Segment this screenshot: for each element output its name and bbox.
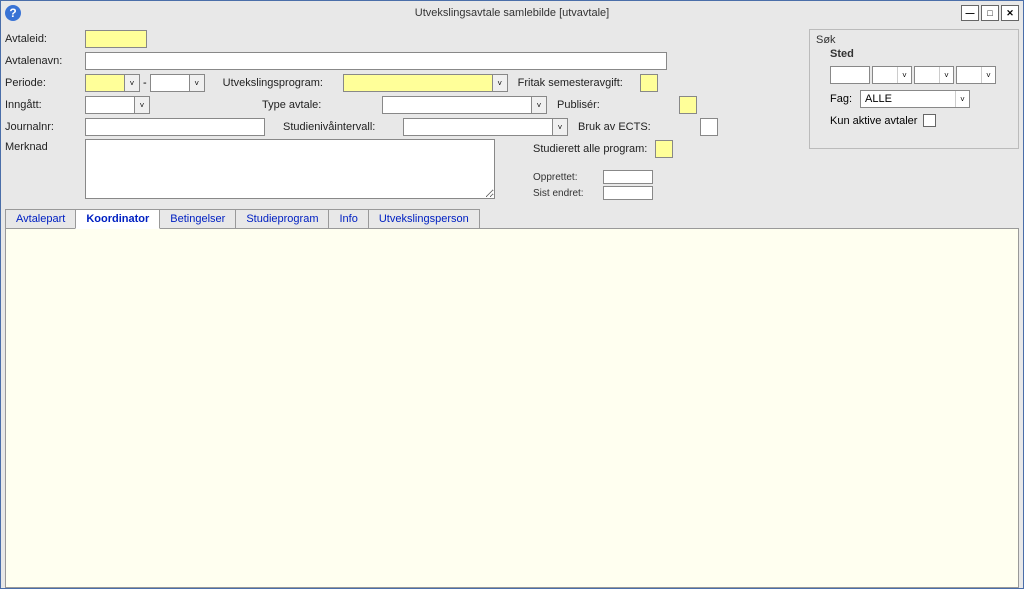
sted-dd-1[interactable] bbox=[830, 66, 870, 84]
inngatt-input[interactable] bbox=[85, 96, 135, 114]
tabs: Avtalepart Koordinator Betingelser Studi… bbox=[5, 209, 1023, 229]
studierett-label: Studierett alle program: bbox=[533, 143, 655, 155]
sted-dd-4[interactable]: ˅ bbox=[956, 66, 996, 84]
studienivaintervall-label: Studienivåintervall: bbox=[283, 121, 403, 133]
main-form: Avtaleid: Avtalenavn: Periode: ˅ - ˅ Utv… bbox=[5, 29, 801, 201]
opprettet-label: Opprettet: bbox=[533, 172, 603, 183]
studierett-input[interactable] bbox=[655, 140, 673, 158]
merknad-textarea[interactable] bbox=[85, 139, 495, 199]
tab-betingelser[interactable]: Betingelser bbox=[159, 209, 236, 229]
sok-panel: Søk Sted ˅ ˅ ˅ Fag: ALLE ˅ Kun aktive av… bbox=[809, 29, 1019, 149]
main-window: ? Utvekslingsavtale samlebilde [utvavtal… bbox=[0, 0, 1024, 589]
avtalenavn-label: Avtalenavn: bbox=[5, 55, 85, 67]
inngatt-label: Inngått: bbox=[5, 99, 85, 111]
maximize-button[interactable]: □ bbox=[981, 5, 999, 21]
sok-title: Søk bbox=[816, 34, 1012, 46]
tab-info[interactable]: Info bbox=[328, 209, 368, 229]
bruk-ects-input[interactable] bbox=[700, 118, 718, 136]
opprettet-input[interactable] bbox=[603, 170, 653, 184]
utvekslingsprogram-label: Utvekslingsprogram: bbox=[223, 77, 343, 89]
tab-koordinator[interactable]: Koordinator bbox=[75, 209, 160, 229]
fritak-input[interactable] bbox=[640, 74, 658, 92]
merknad-label: Merknad bbox=[5, 139, 85, 153]
journalnr-input[interactable] bbox=[85, 118, 265, 136]
publiser-input[interactable] bbox=[679, 96, 697, 114]
sted-dd-3[interactable]: ˅ bbox=[914, 66, 954, 84]
tab-content bbox=[5, 228, 1019, 588]
utvekslingsprogram-input[interactable] bbox=[343, 74, 493, 92]
minimize-button[interactable]: — bbox=[961, 5, 979, 21]
studienivaintervall-input[interactable] bbox=[403, 118, 553, 136]
periode-from-dropdown[interactable]: ˅ bbox=[124, 74, 140, 92]
utvekslingsprogram-dropdown[interactable]: ˅ bbox=[492, 74, 508, 92]
chevron-down-icon: ˅ bbox=[939, 67, 953, 83]
kun-aktive-checkbox[interactable] bbox=[923, 114, 936, 127]
tab-avtalepart[interactable]: Avtalepart bbox=[5, 209, 76, 229]
chevron-down-icon: ˅ bbox=[981, 67, 995, 83]
sted-dd-2[interactable]: ˅ bbox=[872, 66, 912, 84]
periode-to-dropdown[interactable]: ˅ bbox=[189, 74, 205, 92]
content-area: Avtaleid: Avtalenavn: Periode: ˅ - ˅ Utv… bbox=[1, 25, 1023, 205]
journalnr-label: Journalnr: bbox=[5, 121, 85, 133]
avtaleid-input[interactable] bbox=[85, 30, 147, 48]
chevron-down-icon: ˅ bbox=[955, 91, 969, 107]
sist-endret-label: Sist endret: bbox=[533, 188, 603, 199]
inngatt-dropdown[interactable]: ˅ bbox=[134, 96, 150, 114]
type-avtale-input[interactable] bbox=[382, 96, 532, 114]
bruk-ects-label: Bruk av ECTS: bbox=[578, 121, 700, 133]
fag-select[interactable]: ALLE ˅ bbox=[860, 90, 970, 108]
fag-label: Fag: bbox=[830, 93, 852, 105]
type-avtale-label: Type avtale: bbox=[262, 99, 382, 111]
studienivaintervall-dropdown[interactable]: ˅ bbox=[552, 118, 568, 136]
kun-aktive-label: Kun aktive avtaler bbox=[830, 115, 917, 127]
periode-label: Periode: bbox=[5, 77, 85, 89]
periode-from-input[interactable] bbox=[85, 74, 125, 92]
tab-utvekslingsperson[interactable]: Utvekslingsperson bbox=[368, 209, 480, 229]
periode-dash: - bbox=[143, 77, 147, 89]
periode-to-input[interactable] bbox=[150, 74, 190, 92]
tab-studieprogram[interactable]: Studieprogram bbox=[235, 209, 329, 229]
help-icon[interactable]: ? bbox=[5, 5, 21, 21]
avtalenavn-input[interactable] bbox=[85, 52, 667, 70]
titlebar: ? Utvekslingsavtale samlebilde [utvavtal… bbox=[1, 1, 1023, 25]
chevron-down-icon: ˅ bbox=[897, 67, 911, 83]
window-controls: — □ ✕ bbox=[961, 5, 1019, 21]
sted-label: Sted bbox=[830, 48, 1012, 60]
sist-endret-input[interactable] bbox=[603, 186, 653, 200]
fritak-label: Fritak semesteravgift: bbox=[518, 77, 640, 89]
publiser-label: Publisér: bbox=[557, 99, 679, 111]
avtaleid-label: Avtaleid: bbox=[5, 33, 85, 45]
window-title: Utvekslingsavtale samlebilde [utvavtale] bbox=[415, 7, 609, 19]
fag-value: ALLE bbox=[865, 93, 892, 105]
close-button[interactable]: ✕ bbox=[1001, 5, 1019, 21]
type-avtale-dropdown[interactable]: ˅ bbox=[531, 96, 547, 114]
